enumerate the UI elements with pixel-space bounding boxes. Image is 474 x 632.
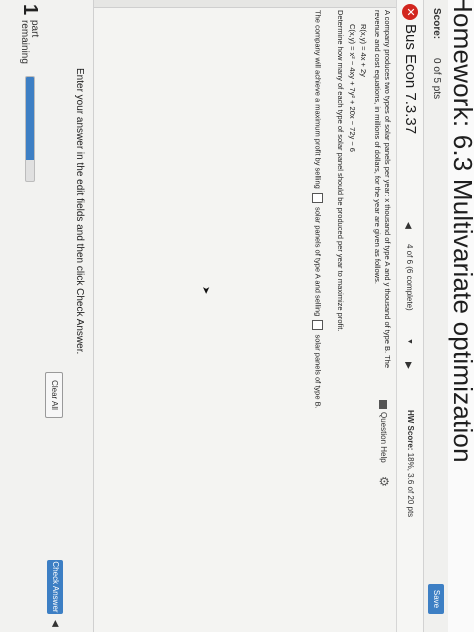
next-question-icon[interactable]: ▶ [403,362,415,369]
gear-icon[interactable]: ⚙ [377,476,391,487]
score-value: 0 of 5 pts [431,58,442,100]
cost-equation: C(x,y) = x² − 4xy + 7y² + 20x − 72y − 6 [348,24,357,152]
parts-label-line2: remaining [19,20,30,64]
hw-score: HW Score: 18%, 3.6 of 20 pts [406,410,415,517]
answer-footer: Enter your answer in the edit fields and… [0,0,94,632]
page-title: Homework: 6.3 Multivariate optimization [448,0,474,463]
question-help-link[interactable]: Question Help [379,412,388,463]
help-menu-icon[interactable] [379,400,387,409]
photo-frame: Homework: 6.3 Multivariate optimization … [0,0,474,632]
clear-all-button[interactable]: Clear All [45,372,63,418]
type-b-answer-field[interactable] [312,320,323,331]
check-answer-button[interactable]: Check Answer [47,560,63,614]
type-a-answer-field[interactable] [312,192,323,203]
question-help-bar: Question Help ⚙ [374,396,391,616]
answer-sentence: The company will achieve a maximum profi… [312,10,323,409]
problem-statement: A company produces two types of solar pa… [373,10,393,369]
parts-remaining-count: 1 [19,4,41,16]
hw-score-label: HW Score: [406,410,415,451]
problem-instruction: Determine how many of each type of solar… [336,10,345,332]
hw-score-value: 18%, 3.6 of 20 pts [406,452,415,518]
answer-prefix: The company will achieve a maximum profi… [313,10,323,189]
parts-progress-bar [25,76,35,182]
question-content: A company produces two types of solar pa… [116,0,396,632]
chevron-down-icon[interactable]: ▼ [403,338,415,345]
save-button[interactable]: Save [428,584,444,614]
score-row: Score: 0 of 5 pts Save [423,0,448,632]
incorrect-icon: ✕ [402,4,418,20]
question-header: ✕ Bus Econ 7.3.37 ◀ 4 of 6 (6 complete) … [396,0,423,632]
question-navigator: ◀ 4 of 6 (6 complete) ▼ ▶ [403,210,415,380]
question-position[interactable]: 4 of 6 (6 complete) [405,244,414,311]
title-bar: Homework: 6.3 Multivariate optimization [447,0,474,632]
score-label: Score: [431,8,442,40]
parts-remaining-label: part remaining [19,20,40,64]
answer-middle: solar panels of type A and selling [313,207,323,317]
parts-label-line1: part [29,20,40,38]
question-id: Bus Econ 7.3.37 [402,24,419,135]
revenue-equation: R(x,y) = 4x + 2y [359,24,368,77]
answer-suffix: solar panels of type B. [313,334,323,409]
progress-fill [26,77,34,161]
instruction-text: Enter your answer in the edit fields and… [74,68,85,355]
next-arrow-icon[interactable]: ◀ [50,620,61,627]
previous-question-icon[interactable]: ◀ [403,222,415,229]
homework-page: Homework: 6.3 Multivariate optimization … [0,0,474,632]
mouse-cursor-icon: ➤ [200,286,211,295]
